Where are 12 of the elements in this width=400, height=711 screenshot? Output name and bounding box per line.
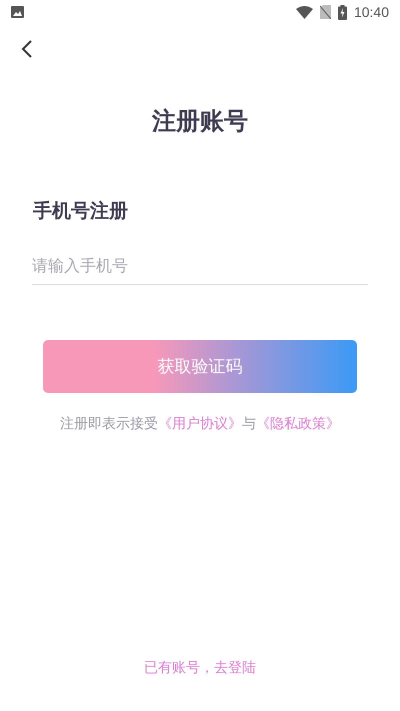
policy-link[interactable]: 《用户协议》 xyxy=(158,416,242,432)
get-code-button[interactable]: 获取验证码 xyxy=(43,340,357,393)
policy-link[interactable]: 《隐私政策》 xyxy=(256,416,340,432)
clock-time: 10:40 xyxy=(354,4,389,20)
image-icon xyxy=(11,6,24,18)
page-title: 注册账号 xyxy=(150,106,249,136)
no-sim-icon xyxy=(320,5,331,19)
section-title: 手机号注册 xyxy=(33,199,129,224)
battery-icon xyxy=(338,4,347,20)
login-link[interactable]: 已有账号，去登陆 xyxy=(144,659,256,677)
wifi-icon xyxy=(296,6,313,18)
agreement-text: 注册即表示接受《用户协议》与《隐私政策》 xyxy=(59,415,341,433)
